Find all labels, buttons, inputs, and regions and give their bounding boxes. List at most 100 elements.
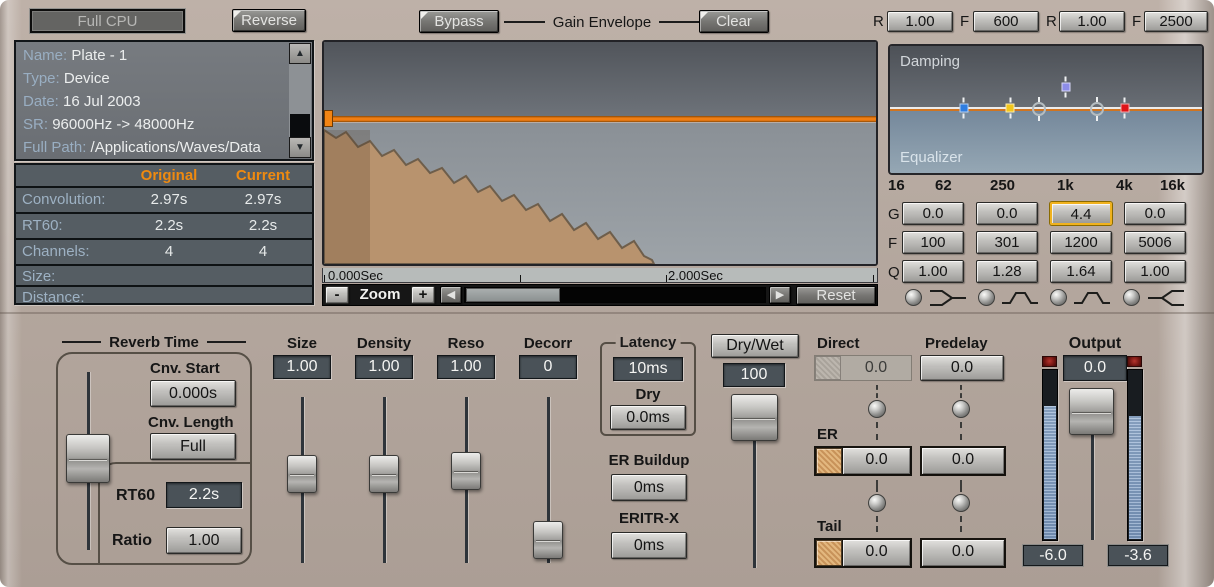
reset-button[interactable]: Reset <box>796 286 876 305</box>
zoom-in-button[interactable]: + <box>411 286 435 304</box>
info-value: 96000Hz -> 48000Hz <box>52 116 194 133</box>
eq-freq-2[interactable]: 301 <box>976 231 1038 254</box>
ratio-button[interactable]: 1.00 <box>166 527 242 554</box>
eq-gain-2[interactable]: 0.0 <box>976 202 1038 225</box>
freq-tick: 16k <box>1160 177 1185 194</box>
page-left-icon[interactable]: ◀ <box>440 286 462 304</box>
er-predelay-cell: 0.0 <box>920 446 1006 476</box>
freq-field-2[interactable]: 2500 <box>1144 11 1208 32</box>
reverb-time-slider-handle[interactable] <box>66 434 110 483</box>
decorr-display[interactable]: 0 <box>519 355 577 379</box>
eq-freq-4[interactable]: 5006 <box>1124 231 1186 254</box>
eq-q-3[interactable]: 1.64 <box>1050 260 1112 283</box>
scroll-up-icon[interactable]: ▲ <box>289 43 311 64</box>
clip-led-right[interactable] <box>1127 356 1142 367</box>
connector <box>876 422 878 440</box>
eq-band-marker-2[interactable] <box>1006 104 1015 113</box>
scrollbar-thumb[interactable] <box>290 114 310 139</box>
tail-predelay-cell: 0.0 <box>920 538 1006 568</box>
clear-button[interactable]: Clear <box>699 10 769 33</box>
reso-slider-handle[interactable] <box>451 452 481 490</box>
reverse-button[interactable]: Reverse <box>232 9 306 32</box>
er-predelay-value[interactable]: 0.0 <box>922 448 1004 474</box>
latency-display[interactable]: 10ms <box>613 357 683 381</box>
eq-q-1[interactable]: 1.00 <box>902 260 964 283</box>
size-display[interactable]: 1.00 <box>273 355 331 379</box>
density-display[interactable]: 1.00 <box>355 355 413 379</box>
direct-mute-button[interactable] <box>815 356 841 380</box>
impulse-response-display[interactable] <box>322 40 878 266</box>
size-slider-handle[interactable] <box>287 455 317 493</box>
density-label: Density <box>344 335 424 352</box>
table-row: Convolution: 2.97s 2.97s <box>16 186 312 210</box>
envelope-scrollbar-thumb[interactable] <box>466 288 560 302</box>
info-label: Full Path: <box>23 139 86 156</box>
eq-freq-3[interactable]: 1200 <box>1050 231 1112 254</box>
envelope-scrollbar[interactable] <box>464 287 766 303</box>
dry-wet-display[interactable]: 100 <box>723 363 785 387</box>
dry-wet-slider-handle[interactable] <box>731 394 778 441</box>
connector <box>960 516 962 532</box>
connector <box>960 480 962 492</box>
damping-eq-graph[interactable]: Damping Equalizer <box>888 44 1204 175</box>
predelay-er-knob[interactable] <box>952 400 970 418</box>
direct-er-knob[interactable] <box>868 400 886 418</box>
full-cpu-button[interactable]: Full CPU <box>30 9 185 33</box>
scroll-down-icon[interactable]: ▼ <box>289 137 311 158</box>
reverb-ratio-field-2[interactable]: 1.00 <box>1059 11 1125 32</box>
eq-band2-enable-button[interactable] <box>978 289 995 306</box>
density-slider-handle[interactable] <box>369 455 399 493</box>
zoom-out-button[interactable]: - <box>325 286 349 304</box>
direct-gain[interactable]: 0.0 <box>841 356 911 380</box>
eq-band3-enable-button[interactable] <box>1050 289 1067 306</box>
latency-dry-button[interactable]: 0.0ms <box>610 405 686 430</box>
dry-wet-button[interactable]: Dry/Wet <box>711 334 799 358</box>
envelope-node-handle[interactable] <box>324 110 333 127</box>
eq-band-marker-1[interactable] <box>959 104 968 113</box>
tail-predelay-value[interactable]: 0.0 <box>922 540 1004 566</box>
tail-gain[interactable]: 0.0 <box>843 540 910 566</box>
reso-display[interactable]: 1.00 <box>437 355 495 379</box>
eq-q-2[interactable]: 1.28 <box>976 260 1038 283</box>
row-label: Size: <box>22 268 55 285</box>
eq-band-marker-4[interactable] <box>1090 102 1104 116</box>
zoom-label: Zoom <box>351 286 409 304</box>
tail-mute-button[interactable] <box>816 540 842 566</box>
ir-info-panel: Name: Plate - 1 Type: Device Date: 16 Ju… <box>14 40 314 161</box>
predelay-tail-knob[interactable] <box>952 494 970 512</box>
eq-band1-enable-button[interactable] <box>905 289 922 306</box>
er-buildup-button[interactable]: 0ms <box>611 474 687 501</box>
damping-band-marker[interactable] <box>1061 83 1070 92</box>
eq-q-4[interactable]: 1.00 <box>1124 260 1186 283</box>
cnv-length-button[interactable]: Full <box>150 433 236 460</box>
eq-band-marker-5[interactable] <box>1120 104 1129 113</box>
eq-freq-1[interactable]: 100 <box>902 231 964 254</box>
er-mute-button[interactable] <box>816 448 842 474</box>
cnv-start-button[interactable]: 0.000s <box>150 380 236 407</box>
er-tr-x-button[interactable]: 0ms <box>611 532 687 559</box>
eq-gain-3-selected[interactable]: 4.4 <box>1050 202 1112 225</box>
freq-field[interactable]: 600 <box>973 11 1039 32</box>
page-right-icon[interactable]: ▶ <box>769 286 791 304</box>
row-current: 4 <box>228 243 298 260</box>
rt60-display[interactable]: 2.2s <box>166 482 242 508</box>
row-label: Convolution: <box>22 191 105 208</box>
predelay-direct-value[interactable]: 0.0 <box>920 355 1004 381</box>
eq-gain-1[interactable]: 0.0 <box>902 202 964 225</box>
freq-tick: 250 <box>990 177 1015 194</box>
eq-gain-4[interactable]: 0.0 <box>1124 202 1186 225</box>
gain-envelope-line[interactable] <box>324 116 876 122</box>
eq-band4-enable-button[interactable] <box>1123 289 1140 306</box>
output-fader-handle[interactable] <box>1069 388 1114 435</box>
reverb-ratio-field[interactable]: 1.00 <box>887 11 953 32</box>
er-tail-knob[interactable] <box>868 494 886 512</box>
er-gain[interactable]: 0.0 <box>843 448 910 474</box>
table-row: RT60: 2.2s 2.2s <box>16 212 312 236</box>
output-gain-display[interactable]: 0.0 <box>1063 355 1127 381</box>
col-header-current: Current <box>228 167 298 184</box>
decorr-slider-handle[interactable] <box>533 521 563 559</box>
clip-led-left[interactable] <box>1042 356 1057 367</box>
eq-band-marker-3[interactable] <box>1032 102 1046 116</box>
info-scrollbar[interactable]: ▲ ▼ <box>289 43 311 158</box>
bypass-button[interactable]: Bypass <box>419 10 499 33</box>
